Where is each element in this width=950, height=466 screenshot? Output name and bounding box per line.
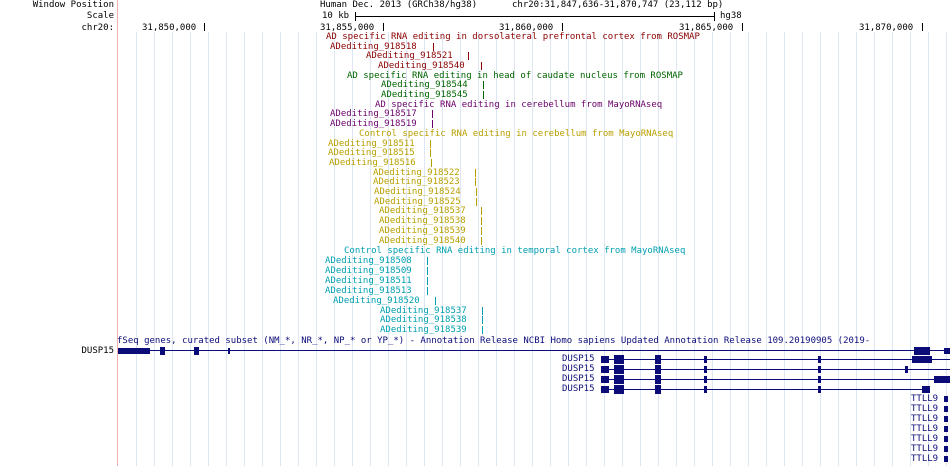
ruler-ticks	[204, 23, 923, 31]
feature-ticks	[427, 43, 484, 334]
gene-model-ttll9[interactable]	[944, 396, 948, 462]
gene-model-dusp15-short[interactable]	[601, 355, 950, 394]
gene-model-dusp15-long[interactable]	[118, 347, 950, 355]
track-graphics[interactable]	[0, 0, 950, 466]
scale-bar	[355, 12, 715, 21]
